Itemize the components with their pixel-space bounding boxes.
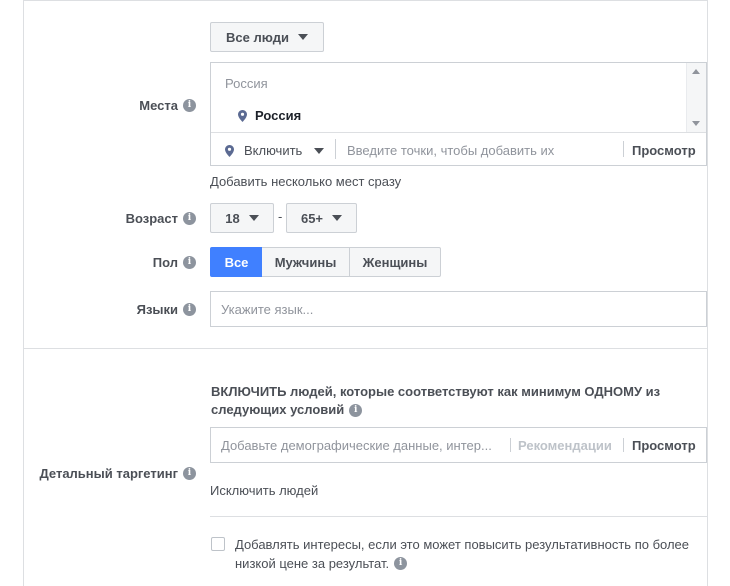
info-icon[interactable]: i	[183, 211, 196, 225]
info-icon[interactable]: i	[183, 302, 196, 316]
age-min-dropdown[interactable]: 18	[210, 203, 274, 233]
location-item[interactable]: Россия	[238, 108, 301, 123]
location-item-name: Россия	[255, 108, 302, 123]
scroll-up-icon[interactable]	[692, 69, 700, 74]
gender-option-all[interactable]: Все	[210, 247, 263, 277]
include-dropdown-label: Включить	[244, 143, 303, 158]
recommendations-button[interactable]: Рекомендации	[518, 438, 612, 453]
expand-interests-checkbox[interactable]	[211, 537, 225, 551]
top-divider	[23, 0, 708, 1]
location-pin-icon	[238, 109, 247, 122]
audience-dropdown[interactable]: Все люди	[210, 22, 324, 52]
locations-browse-button[interactable]: Просмотр	[632, 143, 696, 158]
detailed-targeting-label: Детальный таргетинг i	[39, 463, 196, 483]
caret-down-icon	[314, 147, 325, 154]
locations-label: Места i	[139, 95, 196, 115]
caret-down-icon	[248, 215, 259, 221]
age-separator: -	[278, 209, 283, 224]
detailed-targeting-search[interactable]: Добавьте демографические данные, интер..…	[210, 427, 707, 463]
info-icon[interactable]: i	[183, 255, 196, 269]
age-max-dropdown[interactable]: 65+	[286, 203, 357, 233]
detailed-targeting-description: ВКЛЮЧИТЬ людей, которые соответствуют ка…	[211, 384, 661, 417]
section-divider	[23, 348, 708, 349]
info-icon[interactable]: i	[349, 403, 363, 417]
detailed-targeting-input[interactable]: Добавьте демографические данные, интер..…	[221, 438, 492, 453]
caret-down-icon	[297, 34, 308, 40]
include-dropdown[interactable]: Включить	[225, 143, 325, 158]
languages-label: Языки i	[137, 299, 196, 319]
info-icon[interactable]: i	[183, 466, 196, 480]
scroll-down-icon[interactable]	[692, 121, 700, 126]
left-border	[23, 0, 24, 586]
bulk-locations-link[interactable]: Добавить несколько мест сразу	[210, 174, 401, 189]
gender-option-men[interactable]: Мужчины	[262, 247, 350, 277]
location-search-input[interactable]: Введите точки, чтобы добавить их	[347, 143, 554, 158]
caret-down-icon	[332, 215, 343, 221]
gender-option-women[interactable]: Женщины	[349, 247, 441, 277]
gender-label: Пол i	[153, 252, 196, 272]
locations-list-header: Россия	[225, 76, 268, 91]
detailed-targeting-browse-button[interactable]: Просмотр	[632, 438, 696, 453]
exclude-people-link[interactable]: Исключить людей	[210, 483, 318, 498]
audience-dropdown-label: Все люди	[226, 29, 289, 45]
subsection-divider	[210, 516, 707, 517]
expand-interests-text: Добавлять интересы, если это может повыс…	[235, 537, 690, 571]
locations-box: Россия Россия Включить Введите точки, чт…	[210, 62, 707, 166]
languages-input[interactable]: Укажите язык...	[210, 291, 707, 327]
location-pin-icon	[225, 144, 234, 157]
info-icon[interactable]: i	[183, 98, 196, 112]
right-border	[707, 0, 708, 586]
locations-scrollbar[interactable]	[686, 63, 706, 132]
info-icon[interactable]: i	[394, 557, 408, 570]
age-label: Возраст i	[126, 208, 196, 228]
languages-placeholder: Укажите язык...	[221, 302, 314, 317]
